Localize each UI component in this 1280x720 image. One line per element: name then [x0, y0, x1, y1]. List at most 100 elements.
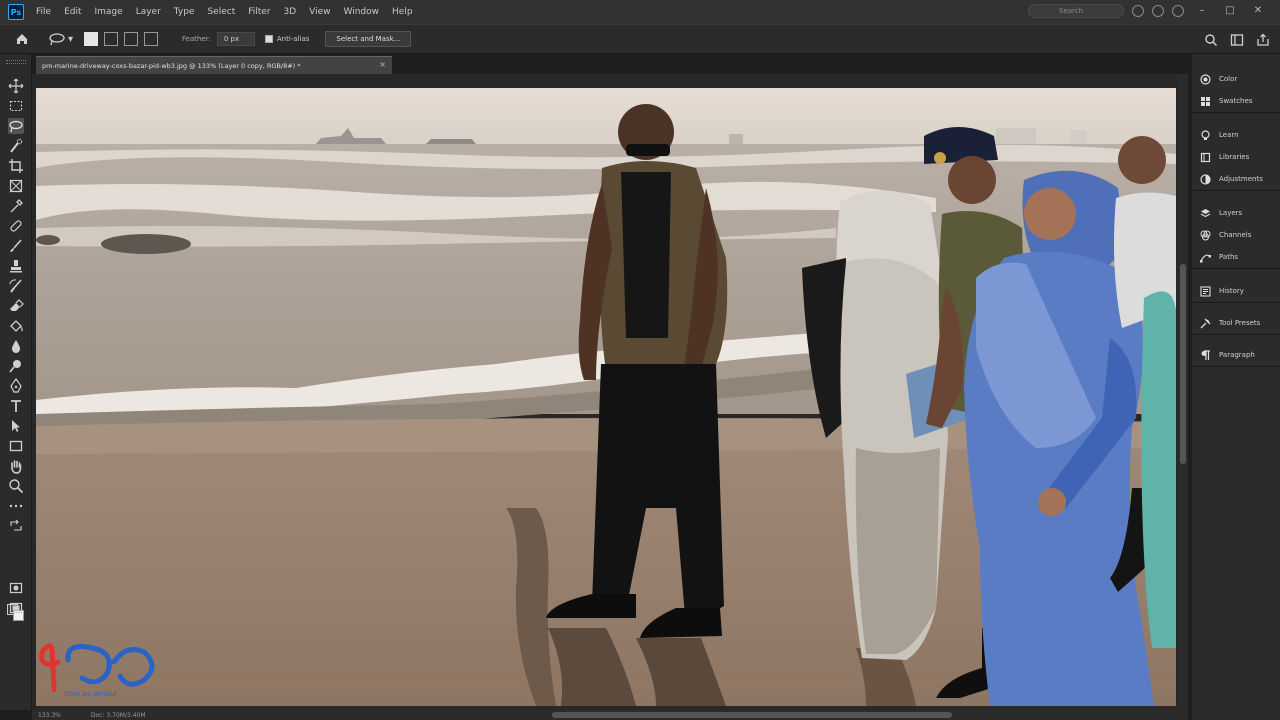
vertical-scrollbar[interactable] — [1178, 74, 1188, 710]
screen-mode-icon[interactable] — [8, 600, 24, 616]
watermark-text: Shot by Jahidul — [64, 690, 117, 698]
canvas-area[interactable] — [32, 74, 1188, 710]
status-zoom[interactable]: 133.3% — [38, 712, 61, 719]
search-field[interactable]: Search — [1028, 4, 1124, 18]
marquee-tool-icon[interactable] — [8, 98, 24, 114]
new-selection-icon[interactable] — [84, 32, 98, 46]
panel-paragraph-label: Paragraph — [1219, 351, 1255, 359]
panel-group-paragraph: Paragraph — [1192, 344, 1280, 367]
add-to-selection-icon[interactable] — [104, 32, 118, 46]
menu-edit[interactable]: Edit — [64, 7, 81, 17]
toolbar-grip[interactable] — [6, 60, 26, 64]
path-selection-tool-icon[interactable] — [8, 418, 24, 434]
hand-tool-icon[interactable] — [8, 458, 24, 474]
panel-group-history: History — [1192, 280, 1280, 303]
menu-view[interactable]: View — [309, 7, 330, 17]
more-tools-icon[interactable] — [8, 498, 24, 514]
swatches-icon — [1200, 96, 1211, 107]
options-right-icons — [1204, 32, 1270, 47]
menu-image[interactable]: Image — [95, 7, 123, 17]
pen-tool-icon[interactable] — [8, 377, 24, 394]
status-doc-size[interactable]: Doc: 3.70M/3.40M — [91, 712, 146, 719]
channels-icon — [1200, 230, 1211, 241]
panel-paragraph[interactable]: Paragraph — [1192, 344, 1280, 366]
photoshop-logo-icon[interactable]: Ps — [8, 4, 24, 20]
close-window-icon[interactable]: ✕ — [1248, 4, 1268, 18]
move-tool-icon[interactable] — [8, 78, 24, 94]
menu-file[interactable]: File — [36, 7, 51, 17]
menu-filter[interactable]: Filter — [248, 7, 270, 17]
workspace-icon[interactable] — [1230, 32, 1244, 46]
menu-3d[interactable]: 3D — [284, 7, 297, 17]
panel-paths-label: Paths — [1219, 253, 1239, 261]
maximize-icon[interactable]: □ — [1220, 4, 1240, 18]
clone-stamp-tool-icon[interactable] — [8, 258, 24, 274]
panel-tool-presets-label: Tool Presets — [1219, 319, 1261, 327]
share-icon[interactable] — [1152, 5, 1164, 17]
search-icon[interactable] — [1204, 32, 1218, 47]
cloud-icon[interactable] — [1132, 5, 1144, 17]
panel-paths[interactable]: Paths — [1192, 246, 1280, 268]
antialias-option[interactable]: Anti-alias — [264, 35, 309, 43]
crop-tool-icon[interactable] — [8, 158, 24, 174]
panel-group-layers: Layers Channels Paths — [1192, 202, 1280, 269]
panel-history[interactable]: History — [1192, 280, 1280, 302]
lasso-preset-icon[interactable]: ▾ — [48, 29, 78, 49]
menu-window[interactable]: Window — [344, 7, 380, 17]
share-export-icon[interactable] — [1256, 32, 1270, 46]
panel-layers[interactable]: Layers — [1192, 202, 1280, 224]
frame-tool-icon[interactable] — [8, 178, 24, 194]
home-icon[interactable] — [10, 27, 34, 51]
subtract-from-selection-icon[interactable] — [124, 32, 138, 46]
antialias-checkbox[interactable] — [264, 35, 273, 43]
panel-layers-label: Layers — [1219, 209, 1243, 217]
history-brush-tool-icon[interactable] — [8, 278, 24, 294]
paths-icon — [1200, 252, 1211, 263]
quick-selection-tool-icon[interactable] — [8, 138, 24, 154]
document-tab[interactable]: pm-marine-driveway-coxs-bazar-pid-wb3.jp… — [36, 56, 392, 74]
libraries-icon — [1200, 152, 1211, 163]
intersect-selection-icon[interactable] — [144, 32, 158, 46]
panel-history-label: History — [1219, 287, 1244, 295]
swap-colors-icon[interactable] — [8, 518, 24, 534]
type-tool-icon[interactable] — [8, 398, 24, 414]
panel-color-label: Color — [1219, 75, 1238, 83]
options-bar: ▾ Feather: 0 px Anti-alias Select and Ma… — [0, 24, 1280, 54]
minimize-icon[interactable]: – — [1192, 4, 1212, 18]
menu-select[interactable]: Select — [207, 7, 235, 17]
blur-tool-icon[interactable] — [8, 338, 24, 354]
panel-learn[interactable]: Learn — [1192, 124, 1280, 146]
horizontal-scroll-thumb[interactable] — [552, 712, 952, 718]
panel-channels[interactable]: Channels — [1192, 224, 1280, 246]
lasso-tool-icon[interactable] — [8, 118, 24, 134]
eyedropper-tool-icon[interactable] — [8, 198, 24, 214]
document-photo[interactable] — [36, 88, 1176, 706]
zoom-tool-icon[interactable] — [8, 478, 24, 494]
panel-libraries[interactable]: Libraries — [1192, 146, 1280, 168]
rectangle-tool-icon[interactable] — [8, 438, 24, 454]
menu-type[interactable]: Type — [174, 7, 195, 17]
menu-help[interactable]: Help — [392, 7, 413, 17]
eraser-tool-icon[interactable] — [8, 298, 24, 314]
select-and-mask-button[interactable]: Select and Mask... — [325, 31, 412, 47]
panel-libraries-label: Libraries — [1219, 153, 1250, 161]
feather-input[interactable]: 0 px — [216, 32, 255, 46]
close-tab-icon[interactable]: × — [379, 60, 386, 69]
brush-tool-icon[interactable] — [8, 238, 24, 254]
panel-adjustments-label: Adjustments — [1219, 175, 1263, 183]
quick-mask-icon[interactable] — [8, 580, 24, 596]
panel-swatches[interactable]: Swatches — [1192, 90, 1280, 112]
panel-color[interactable]: Color — [1192, 68, 1280, 90]
account-icon[interactable] — [1172, 5, 1184, 17]
panel-swatches-label: Swatches — [1219, 97, 1253, 105]
panel-tool-presets[interactable]: Tool Presets — [1192, 312, 1280, 334]
learn-icon — [1200, 129, 1211, 141]
paint-bucket-tool-icon[interactable] — [8, 318, 24, 334]
panel-adjustments[interactable]: Adjustments — [1192, 168, 1280, 190]
panel-group-tool-presets: Tool Presets — [1192, 312, 1280, 335]
vertical-scroll-thumb[interactable] — [1180, 264, 1186, 464]
healing-brush-tool-icon[interactable] — [8, 218, 24, 234]
dodge-tool-icon[interactable] — [8, 358, 24, 374]
menu-layer[interactable]: Layer — [136, 7, 161, 17]
document-tab-title: pm-marine-driveway-coxs-bazar-pid-wb3.jp… — [42, 61, 301, 70]
